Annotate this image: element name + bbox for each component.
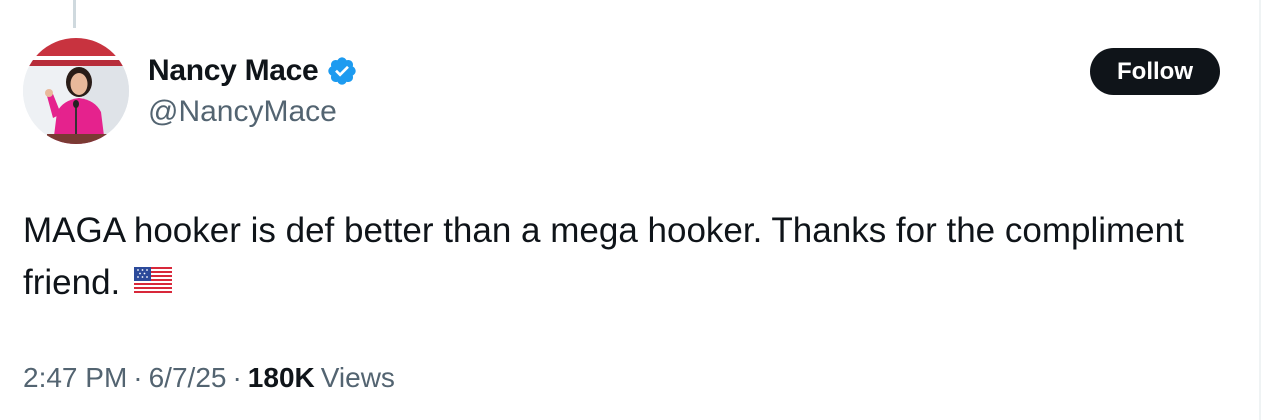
views-label: Views <box>320 362 395 393</box>
us-flag-icon <box>134 256 173 308</box>
profile-photo-icon <box>23 38 129 144</box>
meta-separator: · <box>133 362 143 393</box>
tweet-text: MAGA hooker is def better than a mega ho… <box>23 211 1184 302</box>
author-display-name[interactable]: Nancy Mace <box>148 54 319 88</box>
author-name-row: Nancy Mace <box>148 54 358 88</box>
tweet-card: Nancy Mace @NancyMace Follow MAGA hooker… <box>0 0 1261 420</box>
verified-badge-icon <box>326 55 358 87</box>
thread-connector-line <box>73 0 76 28</box>
avatar[interactable] <box>23 38 129 144</box>
tweet-time[interactable]: 2:47 PM <box>23 362 127 394</box>
tweet-date[interactable]: 6/7/25 <box>149 362 227 394</box>
views-count: 180K <box>247 362 315 393</box>
author-handle[interactable]: @NancyMace <box>148 95 337 129</box>
follow-button[interactable]: Follow <box>1090 48 1220 95</box>
meta-separator: · <box>232 362 242 393</box>
tweet-body: MAGA hooker is def better than a mega ho… <box>23 205 1203 309</box>
tweet-meta: 2:47 PM · 6/7/25 · 180K Views <box>23 362 395 394</box>
